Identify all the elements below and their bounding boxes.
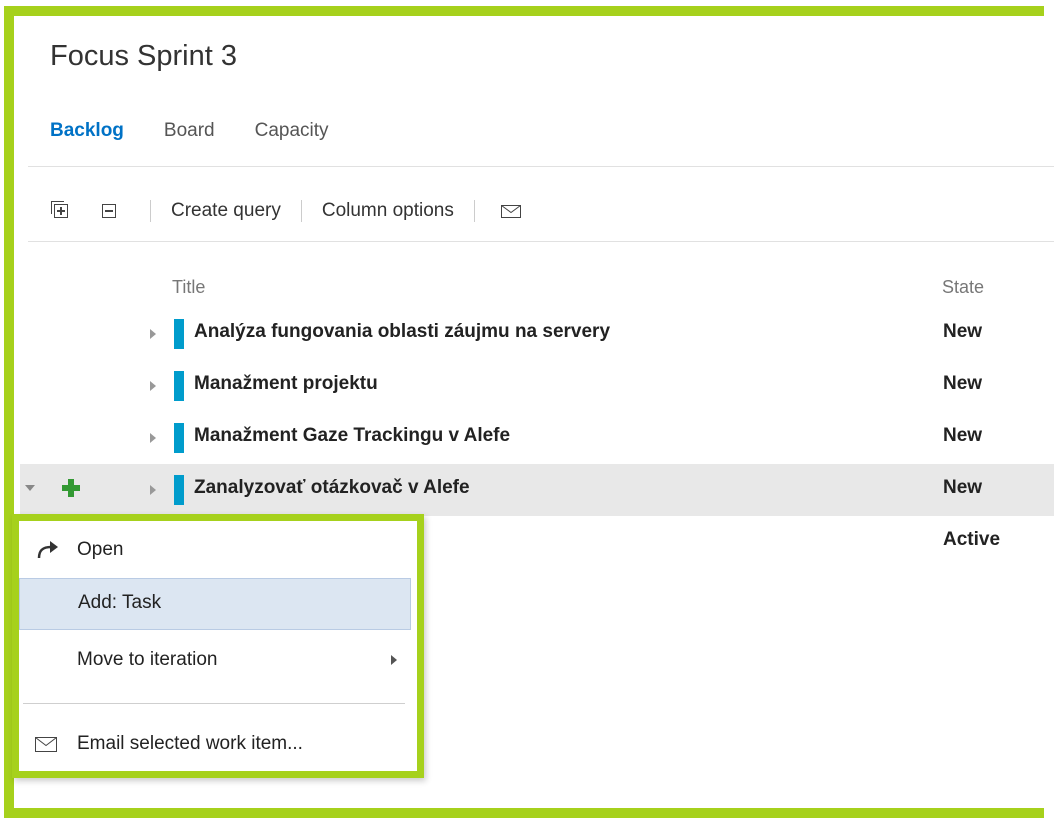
toolbar-divider: [28, 241, 1054, 242]
work-item-color-bar: [174, 423, 184, 453]
menu-separator: [23, 703, 405, 704]
toolbar: Create query Column options: [40, 196, 521, 226]
add-child-plus-icon[interactable]: [62, 479, 80, 497]
expand-row-icon[interactable]: [150, 433, 156, 443]
menu-item-move-to-iteration[interactable]: Move to iteration: [19, 635, 411, 687]
tab-board[interactable]: Board: [164, 120, 215, 142]
expand-row-icon[interactable]: [150, 329, 156, 339]
row-title[interactable]: Zanalyzovať otázkovač v Alefe: [194, 477, 470, 499]
collapse-all-icon[interactable]: [102, 204, 116, 218]
table-row-selected[interactable]: Zanalyzovať otázkovač v Alefe New: [20, 464, 1054, 516]
menu-item-label: Open: [77, 539, 124, 560]
row-state: New: [943, 373, 983, 394]
column-header-state[interactable]: State: [942, 277, 984, 298]
expand-row-icon[interactable]: [150, 381, 156, 391]
tab-bar: Backlog Board Capacity: [50, 120, 369, 142]
row-state: New: [943, 425, 983, 446]
context-menu-arrow-icon[interactable]: [25, 485, 35, 491]
row-title[interactable]: Manažment projektu: [194, 373, 378, 395]
work-item-color-bar: [174, 319, 184, 349]
row-title[interactable]: Manažment Gaze Trackingu v Alefe: [194, 425, 510, 447]
work-item-color-bar: [174, 371, 184, 401]
toolbar-separator: [473, 200, 475, 222]
row-state: New: [943, 321, 983, 342]
column-header-title[interactable]: Title: [172, 277, 205, 298]
page-title: Focus Sprint 3: [50, 40, 237, 72]
table-row[interactable]: Analýza fungovania oblasti záujmu na ser…: [0, 308, 1054, 360]
row-state: Active: [943, 529, 1001, 550]
table-row[interactable]: Manažment projektu New: [0, 360, 1054, 412]
menu-item-email[interactable]: Email selected work item...: [19, 719, 411, 771]
tab-backlog[interactable]: Backlog: [50, 120, 124, 142]
tab-capacity[interactable]: Capacity: [255, 120, 329, 142]
menu-item-add-task[interactable]: Add: Task: [19, 578, 411, 630]
tabs-divider: [28, 166, 1054, 167]
mail-icon[interactable]: [500, 204, 521, 218]
menu-item-label: Email selected work item...: [77, 733, 303, 754]
table-row[interactable]: Manažment Gaze Trackingu v Alefe New: [0, 412, 1054, 464]
column-options-button[interactable]: Column options: [316, 200, 460, 222]
context-menu: Open Add: Task Move to iteration Email s…: [12, 514, 424, 778]
expand-all-icon[interactable]: [51, 201, 68, 218]
toolbar-separator: [300, 200, 302, 222]
mail-icon: [35, 737, 57, 752]
menu-item-label: Add: Task: [78, 592, 162, 613]
menu-item-label: Move to iteration: [77, 649, 218, 670]
row-title[interactable]: Analýza fungovania oblasti záujmu na ser…: [194, 321, 610, 343]
expand-row-icon[interactable]: [150, 485, 156, 495]
toolbar-separator: [150, 200, 151, 222]
menu-item-open[interactable]: Open: [19, 525, 411, 577]
work-item-color-bar: [174, 475, 184, 505]
create-query-button[interactable]: Create query: [165, 200, 287, 222]
submenu-chevron-right-icon: [391, 655, 397, 665]
row-state: New: [943, 477, 983, 498]
open-redo-arrow-icon: [37, 541, 58, 559]
